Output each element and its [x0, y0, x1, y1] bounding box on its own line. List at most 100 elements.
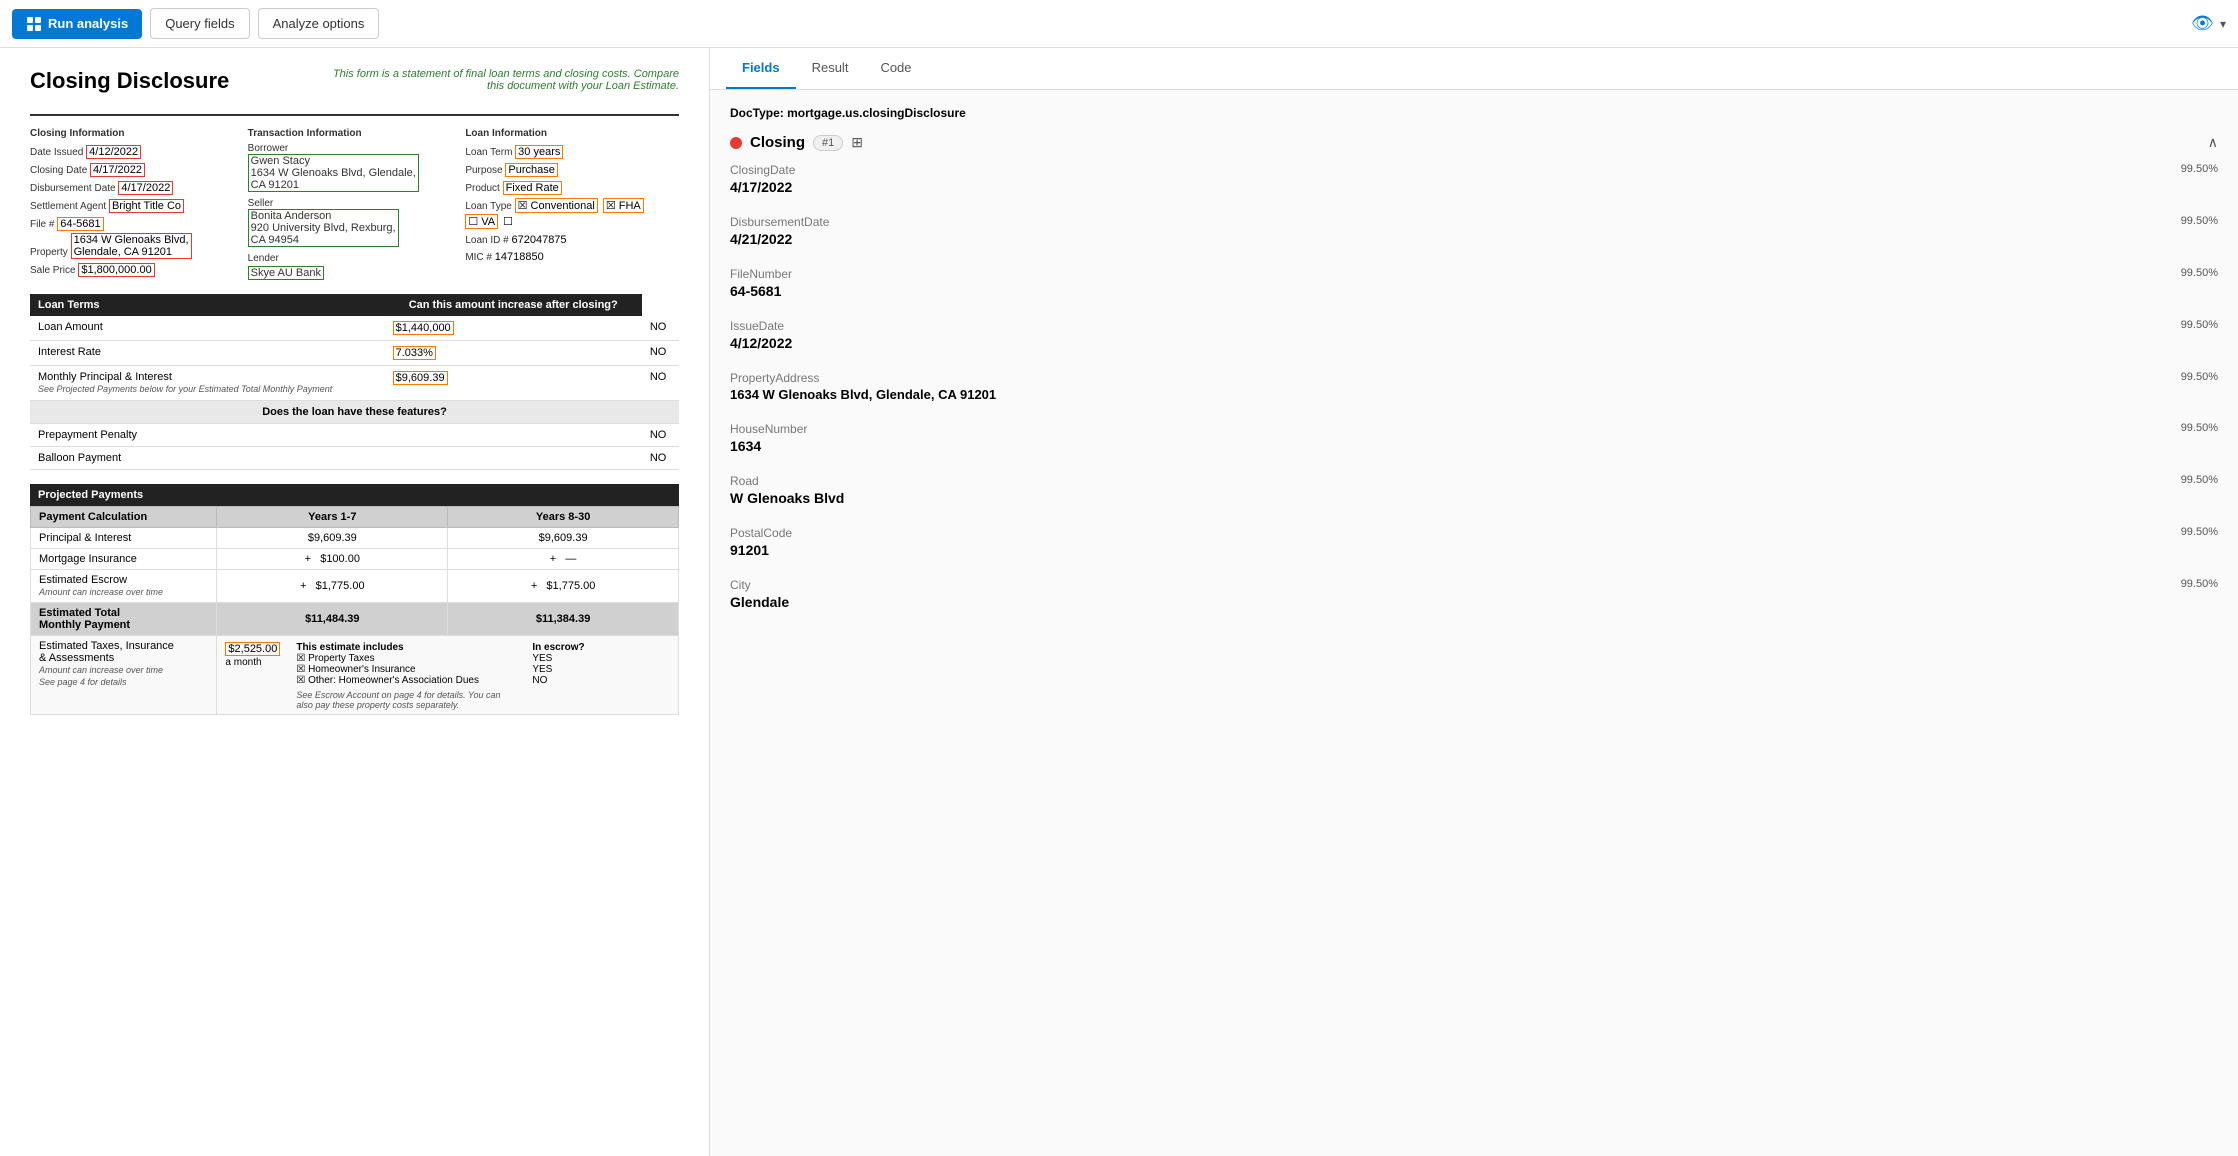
field-label: ClosingDate 99.50%	[730, 163, 2218, 177]
tab-result[interactable]: Result	[796, 48, 865, 89]
field-item: DisbursementDate 99.50% 4/21/2022	[730, 215, 2218, 251]
field-value: 4/17/2022	[730, 179, 2218, 195]
section-title-row: Closing #1 ⊞ ∧	[730, 134, 2218, 151]
field-label: PropertyAddress 99.50%	[730, 371, 2218, 385]
field-item: IssueDate 99.50% 4/12/2022	[730, 319, 2218, 355]
eye-icon[interactable]: 👁	[2191, 13, 2214, 34]
field-label: FileNumber 99.50%	[730, 267, 2218, 281]
table-row: Estimated TotalMonthly Payment $11,484.3…	[31, 603, 679, 636]
grid-icon[interactable]: ⊞	[851, 134, 863, 151]
disbursement-date: Disbursement Date 4/17/2022	[30, 179, 244, 195]
loan-id: Loan ID # 672047875	[465, 231, 679, 246]
field-label: Road 99.50%	[730, 474, 2218, 488]
sale-price: Sale Price $1,800,000.00	[30, 261, 244, 277]
field-value: 91201	[730, 542, 2218, 558]
table-row: Monthly Principal & Interest See Project…	[30, 366, 679, 401]
doc-title: Closing Disclosure	[30, 68, 229, 94]
run-icon	[26, 16, 42, 32]
field-confidence: 99.50%	[2181, 267, 2218, 281]
tab-code[interactable]: Code	[864, 48, 927, 89]
projected-payments-table: Payment Calculation Years 1-7 Years 8-30…	[30, 506, 679, 715]
field-value: Glendale	[730, 594, 2218, 610]
main-layout: Closing Disclosure This form is a statem…	[0, 48, 2238, 1156]
analyze-options-button[interactable]: Analyze options	[258, 8, 380, 39]
field-label: IssueDate 99.50%	[730, 319, 2218, 333]
field-value: 4/21/2022	[730, 231, 2218, 247]
table-row: Interest Rate 7.033% NO	[30, 341, 679, 366]
field-item: PostalCode 99.50% 91201	[730, 526, 2218, 562]
doctype-row: DocType: mortgage.us.closingDisclosure	[730, 106, 2218, 120]
document-panel: Closing Disclosure This form is a statem…	[0, 48, 710, 1156]
field-item: ClosingDate 99.50% 4/17/2022	[730, 163, 2218, 199]
proj-col-label: Payment Calculation	[31, 507, 217, 528]
doc-subtitle: This form is a statement of final loan t…	[329, 68, 679, 92]
table-row: Estimated EscrowAmount can increase over…	[31, 570, 679, 603]
file-number: File # 64-5681	[30, 215, 244, 231]
field-value: W Glenoaks Blvd	[730, 490, 2218, 506]
toolbar-right: 👁 ▾	[2191, 13, 2226, 34]
field-confidence: 99.50%	[2181, 422, 2218, 436]
field-item: HouseNumber 99.50% 1634	[730, 422, 2218, 458]
field-label: City 99.50%	[730, 578, 2218, 592]
field-confidence: 99.50%	[2181, 163, 2218, 177]
field-item: Road 99.50% W Glenoaks Blvd	[730, 474, 2218, 510]
escrow-includes: This estimate includes ☒ Property Taxes …	[296, 642, 516, 710]
table-row: Estimated Taxes, Insurance& Assessments …	[31, 636, 679, 715]
settlement-agent: Settlement Agent Bright Title Co	[30, 197, 244, 213]
right-panel: Fields Result Code DocType: mortgage.us.…	[710, 48, 2238, 1156]
taxes-value: $2,525.00 a month	[225, 642, 280, 710]
transaction-info-col: Transaction Information Borrower Gwen St…	[248, 128, 462, 280]
section-dot	[730, 137, 742, 149]
closing-info-header: Closing Information	[30, 128, 244, 139]
loan-term: Loan Term 30 years	[465, 143, 679, 159]
closing-date-issued: Date Issued 4/12/2022	[30, 143, 244, 159]
run-analysis-button[interactable]: Run analysis	[12, 9, 142, 39]
loan-terms-col1-header: Loan Terms	[30, 294, 385, 316]
proj-col-years1: Years 1-7	[217, 507, 448, 528]
loan-info-header: Loan Information	[465, 128, 679, 139]
transaction-info-header: Transaction Information	[248, 128, 462, 139]
property: Property 1634 W Glenoaks Blvd,Glendale, …	[30, 233, 244, 259]
in-escrow: In escrow? YES YES NO	[532, 642, 584, 710]
section-name: Closing	[750, 134, 805, 151]
loan-purpose: Purpose Purchase	[465, 161, 679, 177]
table-row: Balloon Payment NO	[30, 447, 679, 470]
table-row: Principal & Interest $9,609.39 $9,609.39	[31, 528, 679, 549]
table-row: Mortgage Insurance + $100.00 + —	[31, 549, 679, 570]
field-item: FileNumber 99.50% 64-5681	[730, 267, 2218, 303]
field-label: HouseNumber 99.50%	[730, 422, 2218, 436]
seller: Seller Bonita Anderson920 University Blv…	[248, 198, 462, 247]
field-confidence: 99.50%	[2181, 371, 2218, 385]
field-confidence: 99.50%	[2181, 319, 2218, 333]
query-fields-button[interactable]: Query fields	[150, 8, 249, 39]
closing-date: Closing Date 4/17/2022	[30, 161, 244, 177]
field-value: 1634	[730, 438, 2218, 454]
loan-terms-col2-header: Can this amount increase after closing?	[385, 294, 642, 316]
chevron-down-icon[interactable]: ▾	[2220, 17, 2226, 31]
section-badge: #1	[813, 135, 843, 151]
collapse-icon[interactable]: ∧	[2208, 134, 2218, 151]
projected-payments-header: Projected Payments	[30, 484, 679, 506]
field-item: PropertyAddress 99.50% 1634 W Glenoaks B…	[730, 371, 2218, 406]
loan-product: Product Fixed Rate	[465, 179, 679, 195]
field-value: 4/12/2022	[730, 335, 2218, 351]
lender: Lender Skye AU Bank	[248, 253, 462, 280]
proj-col-years2: Years 8-30	[448, 507, 679, 528]
field-value: 64-5681	[730, 283, 2218, 299]
mic: MIC # 14718850	[465, 248, 679, 263]
table-row: Prepayment Penalty NO	[30, 424, 679, 447]
right-content: DocType: mortgage.us.closingDisclosure C…	[710, 90, 2238, 1156]
fields-list: ClosingDate 99.50% 4/17/2022 Disbursemen…	[730, 163, 2218, 614]
loan-type: Loan Type ☒ Conventional ☒ FHA ☐ VA ☐	[465, 197, 679, 229]
field-item: City 99.50% Glendale	[730, 578, 2218, 614]
field-confidence: 99.50%	[2181, 474, 2218, 488]
field-label: DisbursementDate 99.50%	[730, 215, 2218, 229]
field-confidence: 99.50%	[2181, 215, 2218, 229]
closing-info-col: Closing Information Date Issued 4/12/202…	[30, 128, 244, 280]
field-confidence: 99.50%	[2181, 526, 2218, 540]
tab-fields[interactable]: Fields	[726, 48, 796, 89]
info-grid: Closing Information Date Issued 4/12/202…	[30, 128, 679, 280]
right-tabs: Fields Result Code	[710, 48, 2238, 90]
table-row: Loan Amount $1,440,000 NO	[30, 316, 679, 341]
borrower: Borrower Gwen Stacy1634 W Glenoaks Blvd,…	[248, 143, 462, 192]
